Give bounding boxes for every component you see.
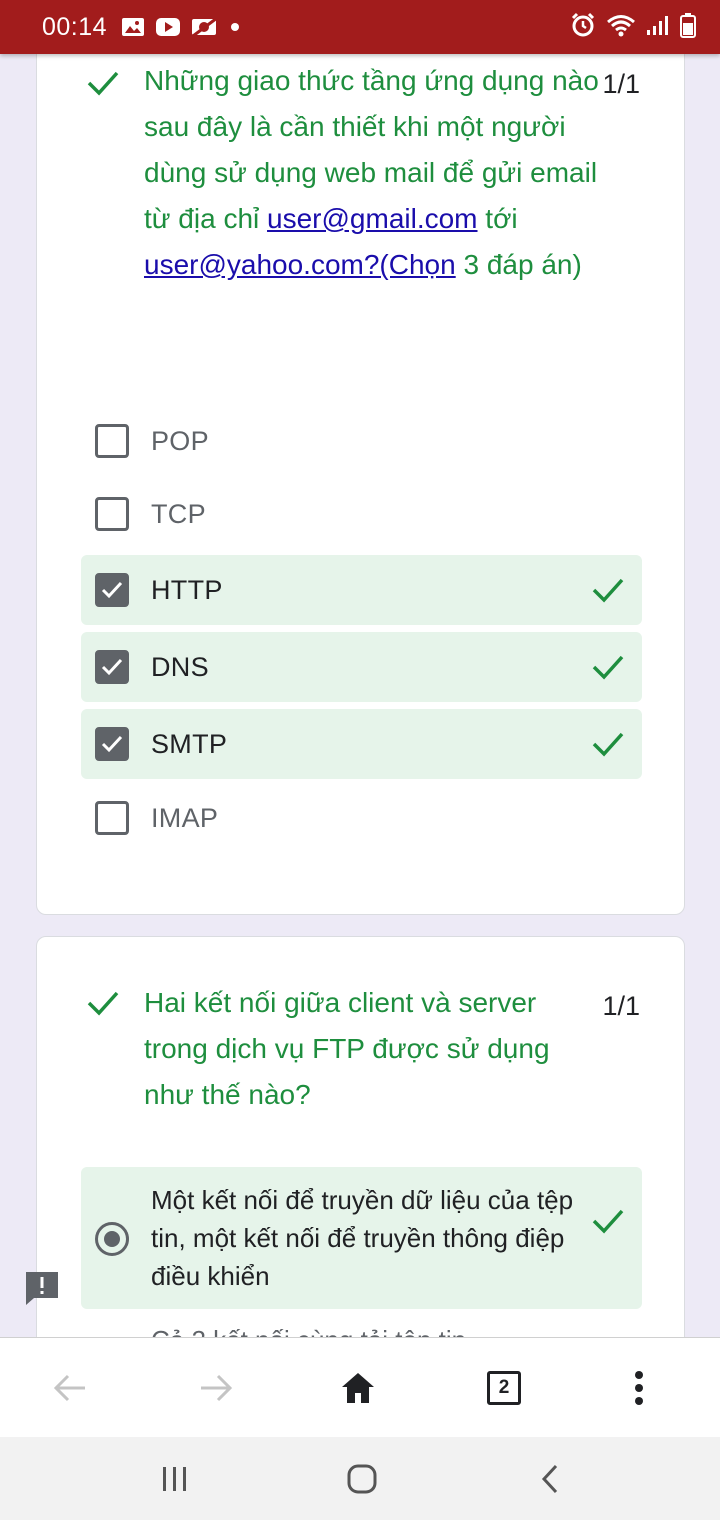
checkbox-checked[interactable] <box>95 573 129 607</box>
option-label: DNS <box>151 651 209 682</box>
wifi-icon <box>606 13 636 42</box>
option-dns[interactable]: DNS <box>81 632 642 702</box>
correct-check-icon <box>592 655 624 680</box>
question-text-mid: tới <box>477 203 518 234</box>
tab-switcher-button[interactable]: 2 <box>484 1368 524 1408</box>
browser-toolbar: 2 <box>0 1337 720 1437</box>
more-menu-icon[interactable] <box>619 1368 659 1408</box>
back-arrow-icon[interactable] <box>50 1368 90 1408</box>
report-feedback-icon[interactable] <box>24 1270 60 1306</box>
option-label: HTTP <box>151 574 223 605</box>
forward-arrow-icon[interactable] <box>196 1368 236 1408</box>
home-nav-icon[interactable] <box>342 1459 382 1499</box>
option-pop[interactable]: POP <box>81 406 642 476</box>
question-score: 1/1 <box>602 991 640 1021</box>
option-label: TCP <box>151 498 206 529</box>
checkbox-checked[interactable] <box>95 727 129 761</box>
option-tcp[interactable]: TCP <box>81 479 642 549</box>
email-link-yahoo[interactable]: user@yahoo.com?(Chọn <box>144 249 456 280</box>
status-bar: 00:14 <box>0 0 720 54</box>
camera-off-icon <box>191 16 219 38</box>
checkbox[interactable] <box>95 801 129 835</box>
radio-selected[interactable] <box>95 1222 129 1256</box>
question-card-1: Những giao thức tầng ứng dụng nào sau đâ… <box>36 20 685 915</box>
email-link-gmail[interactable]: user@gmail.com <box>267 203 477 234</box>
checkbox-checked[interactable] <box>95 650 129 684</box>
checkbox[interactable] <box>95 497 129 531</box>
option-selected-answer[interactable]: Một kết nối để truyền dữ liệu của tệp ti… <box>81 1167 642 1309</box>
correct-check-icon <box>85 65 121 101</box>
option-label: Một kết nối để truyền dữ liệu của tệp ti… <box>151 1185 574 1291</box>
correct-check-icon <box>592 1209 624 1234</box>
checkmark-icon <box>101 581 123 599</box>
question-score: 1/1 <box>602 69 640 99</box>
image-icon <box>121 17 145 37</box>
option-label: SMTP <box>151 728 228 759</box>
question-text-end: 3 đáp án) <box>455 249 582 280</box>
dot-icon <box>229 21 241 33</box>
question-card-2: Hai kết nối giữa client và server trong … <box>36 936 685 1396</box>
recent-apps-icon[interactable] <box>155 1459 195 1499</box>
option-label: IMAP <box>151 802 219 833</box>
option-http[interactable]: HTTP <box>81 555 642 625</box>
option-imap[interactable]: IMAP <box>81 783 642 853</box>
status-time: 00:14 <box>42 12 108 41</box>
correct-check-icon <box>85 985 121 1021</box>
checkmark-icon <box>101 735 123 753</box>
question-title: Hai kết nối giữa client và server trong … <box>144 987 550 1110</box>
checkmark-icon <box>101 658 123 676</box>
option-smtp[interactable]: SMTP <box>81 709 642 779</box>
checkbox[interactable] <box>95 424 129 458</box>
home-icon[interactable] <box>338 1368 378 1408</box>
correct-check-icon <box>592 578 624 603</box>
alarm-icon <box>570 12 596 43</box>
back-nav-icon[interactable] <box>530 1459 570 1499</box>
android-navigation-bar <box>0 1437 720 1520</box>
option-label: POP <box>151 425 209 456</box>
question-title: Những giao thức tầng ứng dụng nào sau đâ… <box>144 58 604 288</box>
tab-count: 2 <box>487 1371 521 1405</box>
radio-dot <box>104 1231 120 1247</box>
youtube-icon <box>155 17 181 37</box>
battery-icon <box>680 12 696 43</box>
correct-check-icon <box>592 732 624 757</box>
signal-icon <box>646 14 670 41</box>
